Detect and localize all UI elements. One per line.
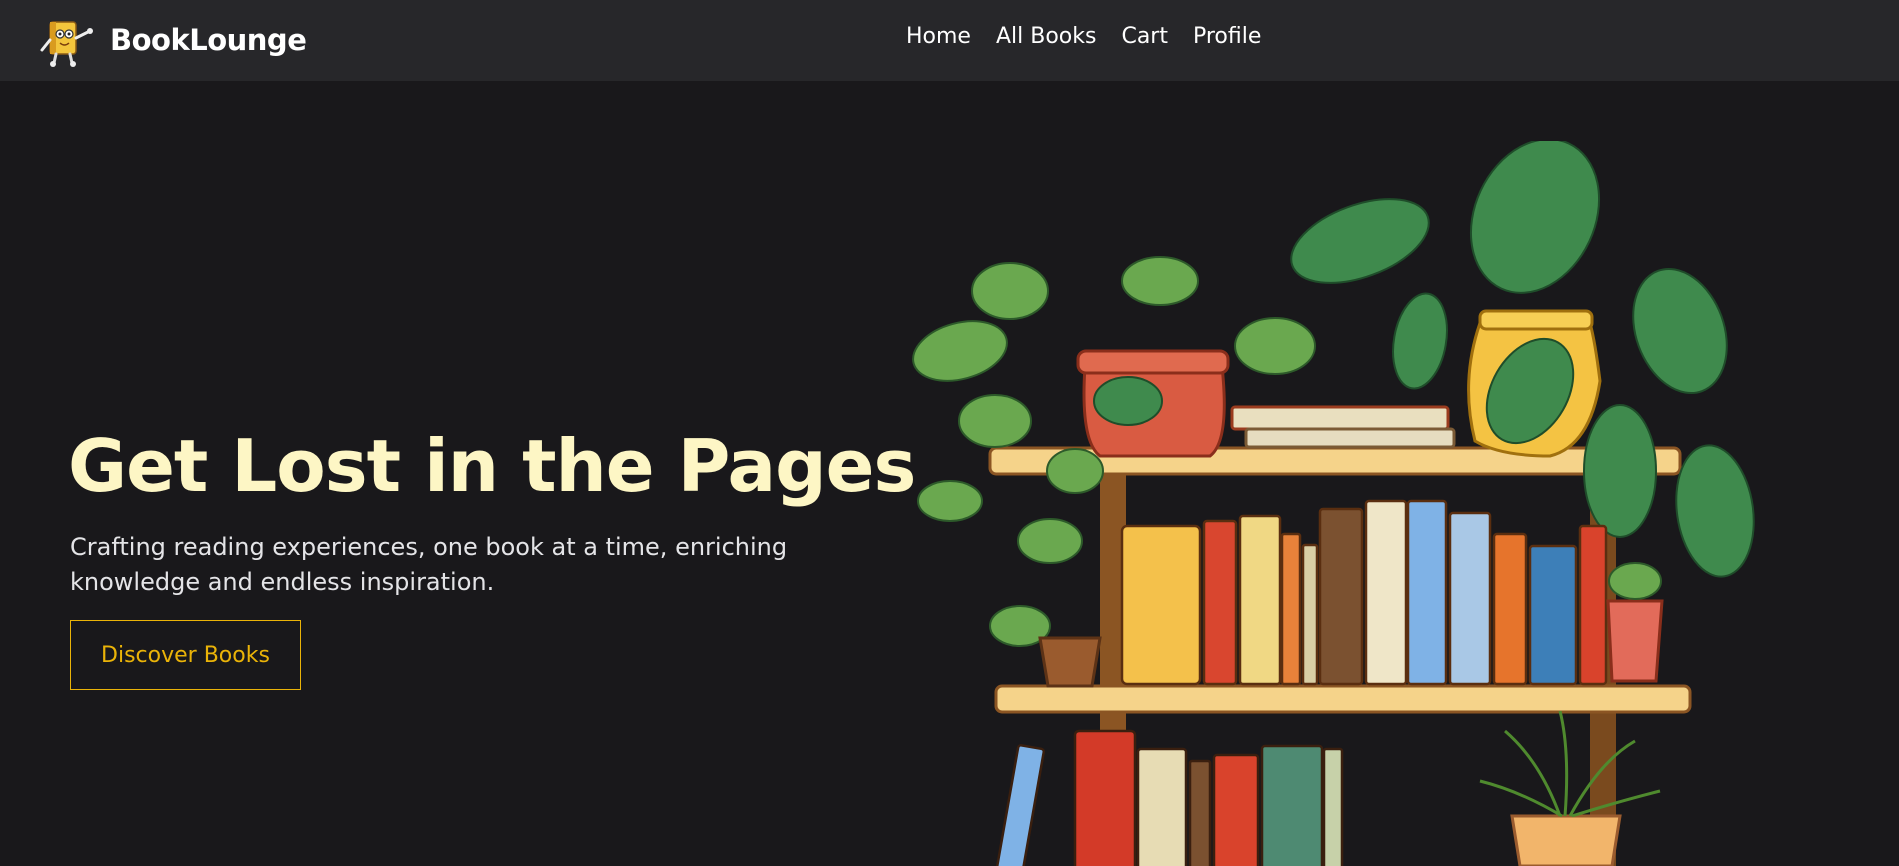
book-mascot-icon: [40, 21, 93, 67]
navbar: BookLounge Home All Books Cart Profile: [0, 0, 1899, 81]
hero-section: Get Lost in the Pages Crafting reading e…: [0, 81, 1899, 866]
brand[interactable]: BookLounge: [36, 10, 307, 70]
nav-link-cart[interactable]: Cart: [1121, 24, 1168, 49]
discover-books-button[interactable]: Discover Books: [70, 620, 301, 690]
nav-link-home[interactable]: Home: [906, 24, 971, 49]
bookshelf-illustration: [912, 141, 1755, 866]
nav-link-all-books[interactable]: All Books: [996, 24, 1096, 49]
hero-title: Get Lost in the Pages: [68, 424, 916, 508]
hero-subtitle: Crafting reading experiences, one book a…: [70, 533, 788, 596]
nav-link-profile[interactable]: Profile: [1193, 24, 1261, 49]
brand-name: BookLounge: [110, 23, 307, 57]
main-nav: Home All Books Cart Profile: [906, 24, 1261, 49]
